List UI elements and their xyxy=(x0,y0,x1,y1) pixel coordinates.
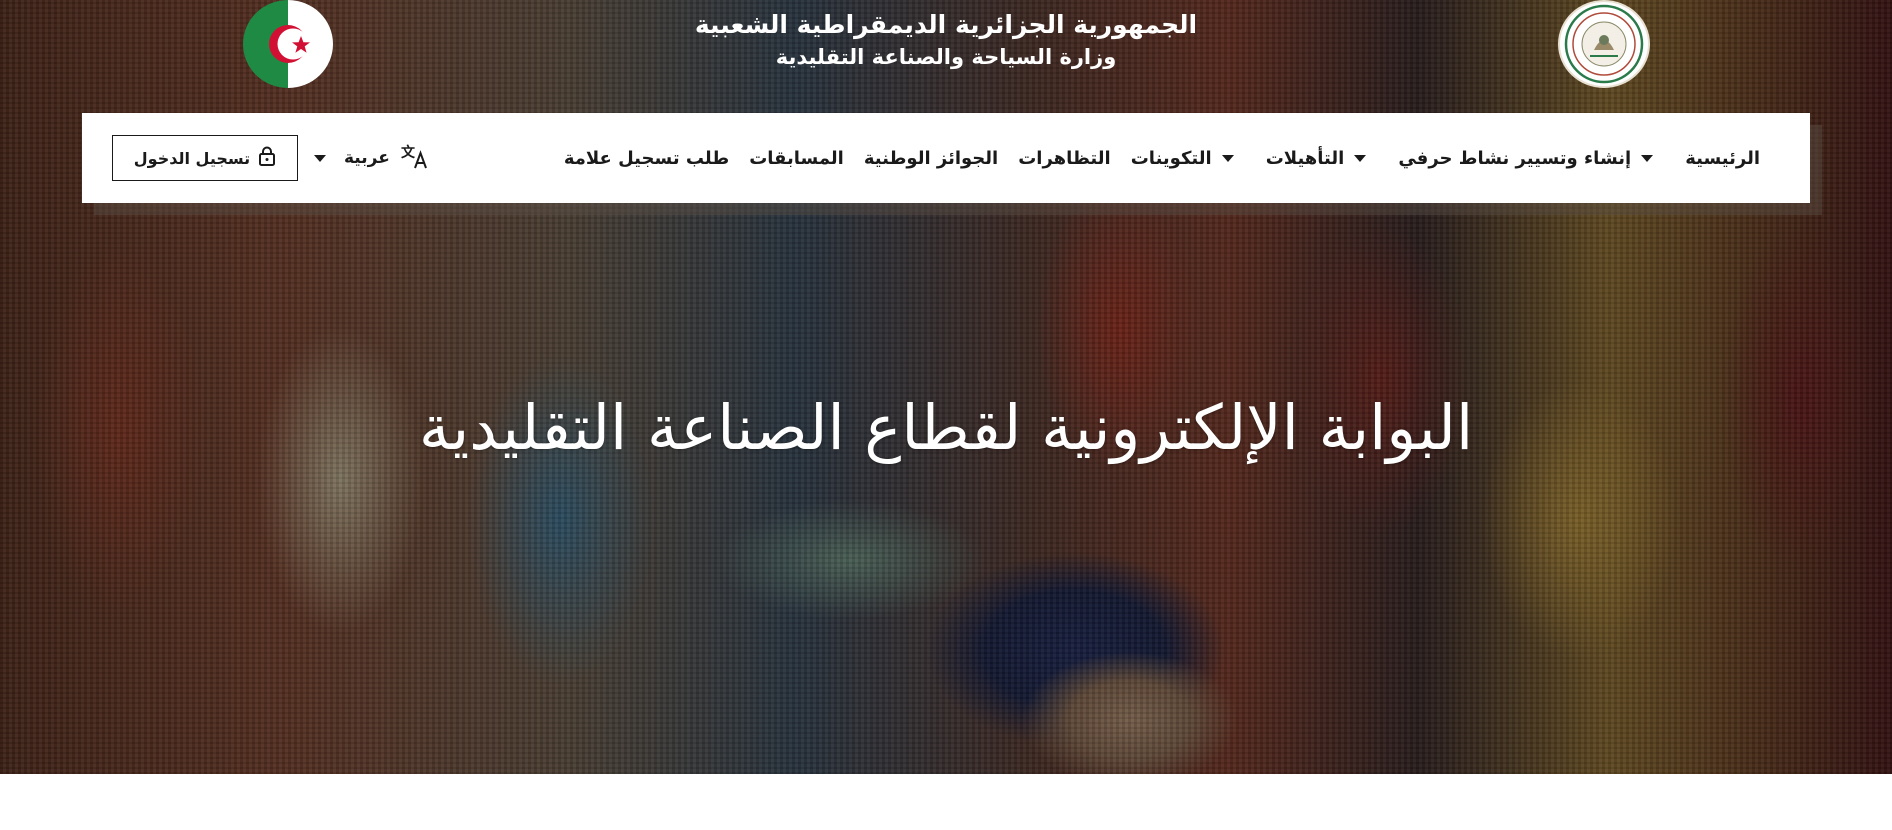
nav-item-label: الرئيسية xyxy=(1685,147,1760,169)
nav-item-events[interactable]: التظاهرات xyxy=(1008,148,1121,169)
nav-item-national-awards[interactable]: الجوائز الوطنية xyxy=(854,148,1008,169)
nav-item-label: الجوائز الوطنية xyxy=(863,147,999,169)
algeria-flag-icon xyxy=(243,0,333,88)
svg-text:文: 文 xyxy=(401,144,416,161)
language-label: عربية xyxy=(344,148,390,168)
nav-item-competitions[interactable]: المسابقات xyxy=(739,148,854,169)
language-selector[interactable]: عربية 文 xyxy=(314,113,428,203)
login-button[interactable]: تسجيل الدخول xyxy=(112,135,298,181)
caret-down-icon xyxy=(314,154,326,162)
caret-down-icon xyxy=(1641,154,1654,162)
login-label: تسجيل الدخول xyxy=(133,148,251,168)
nav-item-craft-activity[interactable]: إنشاء وتسيير نشاط حرفي xyxy=(1388,148,1675,169)
hero-title: البوابة الإلكترونية لقطاع الصناعة التقلي… xyxy=(418,390,1474,464)
nav-item-home[interactable]: الرئيسية xyxy=(1675,148,1770,169)
nav-item-label: إنشاء وتسيير نشاط حرفي xyxy=(1398,147,1632,169)
ministry-logo-icon[interactable] xyxy=(1558,0,1650,88)
nav-item-label: التظاهرات xyxy=(1018,147,1111,169)
nav-item-trainings[interactable]: التكوينات xyxy=(1121,148,1256,169)
translate-icon: 文 xyxy=(400,142,428,175)
nav-item-trademark-request[interactable]: طلب تسجيل علامة xyxy=(554,148,739,169)
caret-down-icon xyxy=(1354,154,1367,162)
lock-icon xyxy=(258,146,276,170)
nav-item-label: التأهيلات xyxy=(1265,147,1345,169)
nav-item-label: المسابقات xyxy=(749,147,844,169)
nav-item-qualifications[interactable]: التأهيلات xyxy=(1256,148,1389,169)
main-navbar: الرئيسية إنشاء وتسيير نشاط حرفي التأهيلا… xyxy=(82,113,1810,203)
nav-item-label: التكوينات xyxy=(1130,147,1212,169)
caret-down-icon xyxy=(1221,154,1234,162)
nav-menu: الرئيسية إنشاء وتسيير نشاط حرفي التأهيلا… xyxy=(554,113,1770,203)
nav-item-label: طلب تسجيل علامة xyxy=(563,147,730,169)
